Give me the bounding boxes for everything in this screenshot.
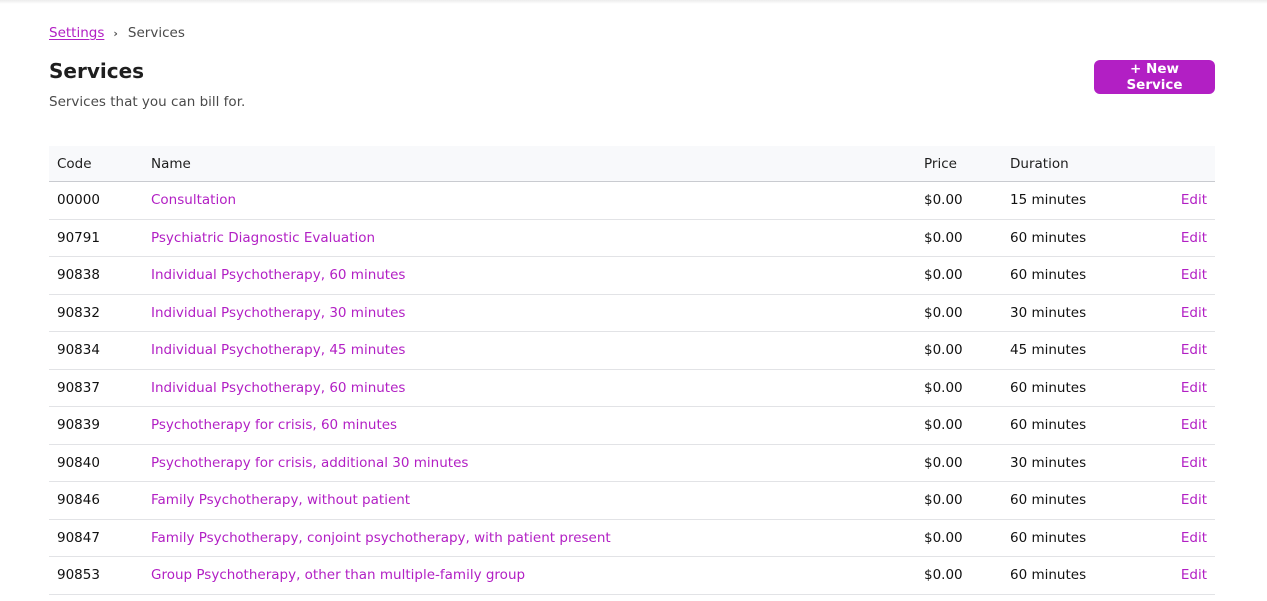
service-name-link[interactable]: Individual Psychotherapy, 60 minutes (151, 267, 405, 283)
column-header-actions (1170, 146, 1215, 182)
column-header-price: Price (924, 146, 1010, 182)
service-code: 00000 (49, 181, 151, 220)
service-duration: 60 minutes (1010, 219, 1170, 257)
service-duration: 60 minutes (1010, 481, 1170, 520)
new-service-button[interactable]: + New Service (1094, 60, 1215, 94)
service-duration: 15 minutes (1010, 181, 1170, 220)
service-duration: 60 minutes (1010, 369, 1170, 407)
table-row: 90840 Psychotherapy for crisis, addition… (49, 444, 1215, 482)
table-row: 90832 Individual Psychotherapy, 30 minut… (49, 294, 1215, 332)
service-code: 90838 (49, 256, 151, 295)
service-name-link[interactable]: Consultation (151, 192, 236, 208)
top-bar-shadow (0, 0, 1267, 4)
service-code: 90791 (49, 219, 151, 257)
service-name-link[interactable]: Psychotherapy for crisis, 60 minutes (151, 417, 397, 433)
service-duration: 30 minutes (1010, 444, 1170, 482)
service-code: 90847 (49, 519, 151, 557)
service-code: 90837 (49, 369, 151, 407)
service-price: $0.00 (924, 181, 1010, 220)
service-duration: 60 minutes (1010, 519, 1170, 557)
service-price: $0.00 (924, 556, 1010, 595)
edit-link[interactable]: Edit (1181, 455, 1207, 471)
table-body: 00000 Consultation $0.00 15 minutes Edit… (49, 181, 1215, 595)
edit-link[interactable]: Edit (1181, 530, 1207, 546)
service-code: 90839 (49, 406, 151, 445)
edit-link[interactable]: Edit (1181, 492, 1207, 508)
table-row: 90837 Individual Psychotherapy, 60 minut… (49, 369, 1215, 407)
service-name-link[interactable]: Psychiatric Diagnostic Evaluation (151, 230, 375, 246)
table-row: 90834 Individual Psychotherapy, 45 minut… (49, 331, 1215, 370)
service-price: $0.00 (924, 294, 1010, 332)
edit-link[interactable]: Edit (1181, 342, 1207, 358)
service-duration: 60 minutes (1010, 256, 1170, 295)
table-row: 90839 Psychotherapy for crisis, 60 minut… (49, 406, 1215, 445)
service-price: $0.00 (924, 519, 1010, 557)
edit-link[interactable]: Edit (1181, 230, 1207, 246)
service-name-link[interactable]: Psychotherapy for crisis, additional 30 … (151, 455, 468, 471)
service-price: $0.00 (924, 444, 1010, 482)
service-name-link[interactable]: Individual Psychotherapy, 45 minutes (151, 342, 405, 358)
service-name-link[interactable]: Group Psychotherapy, other than multiple… (151, 567, 525, 583)
page-title: Services (49, 59, 145, 83)
service-duration: 60 minutes (1010, 556, 1170, 595)
table-header-row: Code Name Price Duration (49, 146, 1215, 182)
service-name-link[interactable]: Family Psychotherapy, without patient (151, 492, 410, 508)
service-price: $0.00 (924, 406, 1010, 445)
table-row: 00000 Consultation $0.00 15 minutes Edit (49, 181, 1215, 220)
service-name-link[interactable]: Individual Psychotherapy, 60 minutes (151, 380, 405, 396)
service-code: 90853 (49, 556, 151, 595)
service-price: $0.00 (924, 256, 1010, 295)
edit-link[interactable]: Edit (1181, 417, 1207, 433)
table-row: 90846 Family Psychotherapy, without pati… (49, 481, 1215, 520)
service-code: 90846 (49, 481, 151, 520)
chevron-right-icon: › (113, 26, 118, 40)
service-name-link[interactable]: Individual Psychotherapy, 30 minutes (151, 305, 405, 321)
service-duration: 30 minutes (1010, 294, 1170, 332)
table-row: 90791 Psychiatric Diagnostic Evaluation … (49, 219, 1215, 257)
edit-link[interactable]: Edit (1181, 305, 1207, 321)
edit-link[interactable]: Edit (1181, 380, 1207, 396)
edit-link[interactable]: Edit (1181, 267, 1207, 283)
service-duration: 45 minutes (1010, 331, 1170, 370)
column-header-name: Name (151, 146, 924, 182)
service-price: $0.00 (924, 331, 1010, 370)
service-name-link[interactable]: Family Psychotherapy, conjoint psychothe… (151, 530, 611, 546)
edit-link[interactable]: Edit (1181, 192, 1207, 208)
breadcrumb: Settings › Services (49, 25, 185, 41)
service-duration: 60 minutes (1010, 406, 1170, 445)
breadcrumb-settings-link[interactable]: Settings (49, 25, 104, 41)
page-subtitle: Services that you can bill for. (49, 94, 246, 110)
table-row: 90853 Group Psychotherapy, other than mu… (49, 556, 1215, 595)
service-code: 90840 (49, 444, 151, 482)
edit-link[interactable]: Edit (1181, 567, 1207, 583)
table-row: 90847 Family Psychotherapy, conjoint psy… (49, 519, 1215, 557)
service-price: $0.00 (924, 369, 1010, 407)
table-row: 90838 Individual Psychotherapy, 60 minut… (49, 256, 1215, 295)
breadcrumb-current: Services (127, 25, 185, 41)
service-code: 90832 (49, 294, 151, 332)
column-header-code: Code (49, 146, 151, 182)
services-table: Code Name Price Duration 00000 Consultat… (49, 146, 1215, 595)
service-code: 90834 (49, 331, 151, 370)
service-price: $0.00 (924, 219, 1010, 257)
service-price: $0.00 (924, 481, 1010, 520)
column-header-duration: Duration (1010, 146, 1170, 182)
